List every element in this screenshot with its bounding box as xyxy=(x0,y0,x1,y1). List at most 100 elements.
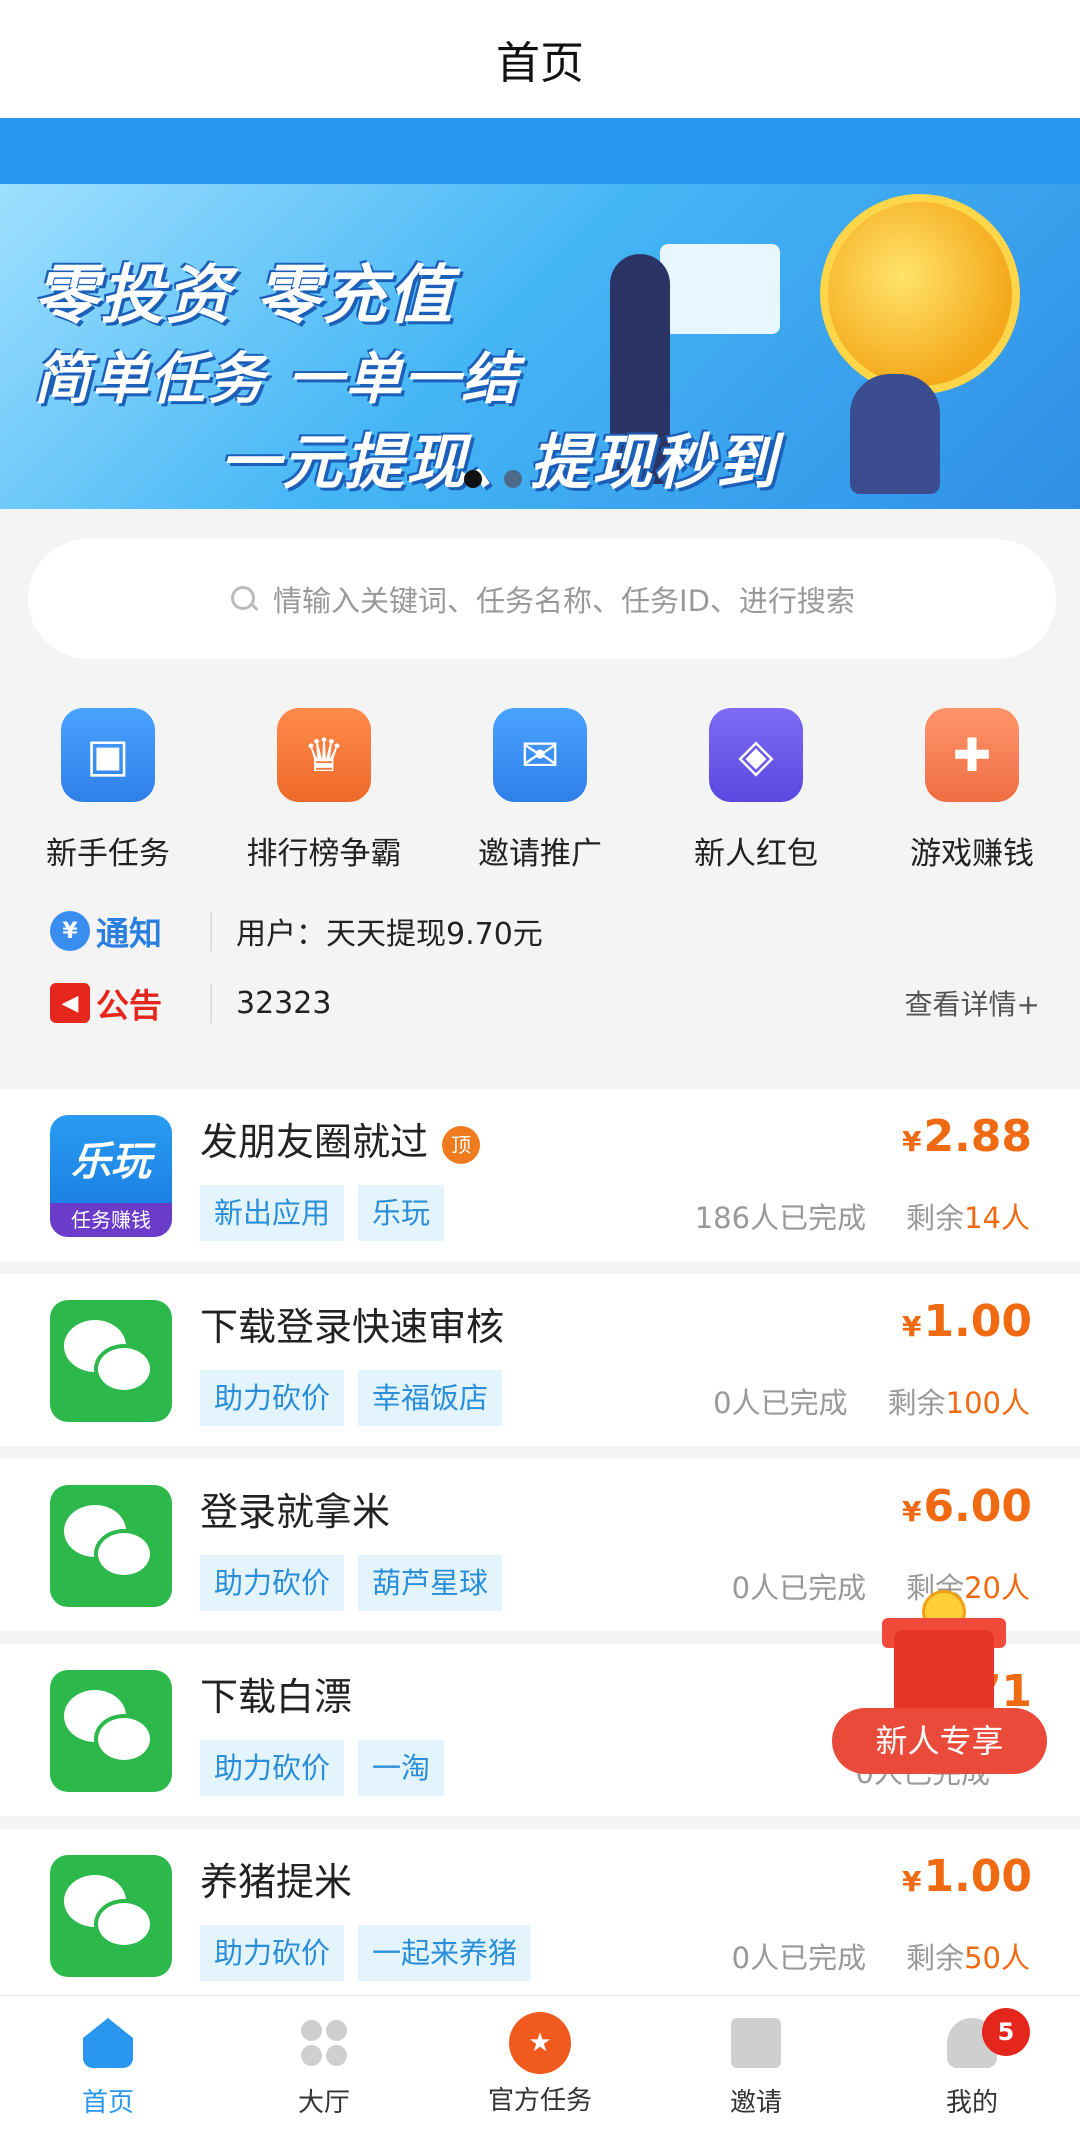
page-title: 首页 xyxy=(496,38,584,89)
remaining-count: 50人 xyxy=(964,1941,1030,1975)
quick-action-game[interactable]: ✚ 游戏赚钱 xyxy=(872,708,1072,873)
promo-banner[interactable]: 零投资 零充值 简单任务 一单一结 一元提现、提现秒到 xyxy=(0,184,1080,509)
task-tag: 一起来养猪 xyxy=(358,1925,532,1981)
search-input[interactable]: 情输入关键词、任务名称、任务ID、进行搜索 xyxy=(28,539,1056,659)
quick-action-label: 游戏赚钱 xyxy=(910,836,1034,872)
search-icon xyxy=(229,584,259,614)
notify-text: 用户：天天提现9.70元 xyxy=(236,917,543,952)
quick-action-label: 邀请推广 xyxy=(478,836,602,872)
wechat-logo xyxy=(50,1855,172,1977)
divider xyxy=(210,983,212,1023)
task-title: 养猪提米 xyxy=(200,1860,353,1904)
remaining: 剩余14人 xyxy=(906,1195,1030,1237)
person-illustration xyxy=(850,374,940,494)
trophy-icon: ♛ xyxy=(277,708,371,802)
currency-symbol: ¥ xyxy=(901,1865,922,1898)
megaphone-icon: ◀ xyxy=(50,983,90,1023)
remaining-prefix: 剩余 xyxy=(887,1386,946,1420)
home-icon xyxy=(83,2018,133,2068)
task-tag: 一淘 xyxy=(358,1740,445,1796)
quick-action-label: 新人红包 xyxy=(694,836,818,872)
tab-home[interactable]: 首页 xyxy=(0,1996,216,2135)
remaining-prefix: 剩余 xyxy=(906,1201,965,1235)
official-task-icon: ★ xyxy=(509,2012,571,2074)
remaining-prefix: 剩余 xyxy=(906,1941,965,1975)
remaining: 剩余50人 xyxy=(906,1935,1030,1977)
banner-line-3: 一元提现、提现秒到 xyxy=(220,428,778,498)
task-reward: ¥6.00 xyxy=(902,1481,1032,1532)
task-stats: 0人已完成 剩余100人 xyxy=(713,1380,1030,1422)
search-area: 情输入关键词、任务名称、任务ID、进行搜索 xyxy=(0,509,1080,674)
envelope-icon xyxy=(731,2018,781,2068)
quick-action-red-packet[interactable]: ◈ 新人红包 xyxy=(656,708,856,873)
carousel-dot-active[interactable] xyxy=(464,470,482,488)
task-title: 登录就拿米 xyxy=(200,1490,391,1534)
task-reward: ¥1.00 xyxy=(902,1851,1032,1902)
task-tags: 助力砍价 一起来养猪 xyxy=(200,1925,532,1981)
task-list: 乐玩 任务赚钱 发朋友圈就过顶 新出应用 乐玩 ¥2.88 186人已完成 剩余… xyxy=(0,1089,1080,2014)
reward-amount: 6.00 xyxy=(923,1481,1032,1532)
tab-mine[interactable]: 我的 xyxy=(864,1996,1080,2135)
notify-icon: ¥ xyxy=(50,911,90,951)
task-tag: 助力砍价 xyxy=(200,1925,345,1981)
notify-tag: 通知 xyxy=(96,914,162,953)
task-tag: 新出应用 xyxy=(200,1185,345,1241)
task-title: 发朋友圈就过 xyxy=(200,1120,429,1164)
task-tag: 助力砍价 xyxy=(200,1370,345,1426)
tab-invite[interactable]: 邀请 xyxy=(648,1996,864,2135)
quick-action-leaderboard[interactable]: ♛ 排行榜争霸 xyxy=(224,708,424,873)
announce-tag: 公告 xyxy=(96,986,162,1025)
task-title: 下载白漂 xyxy=(200,1675,353,1719)
tab-official-tasks[interactable]: ★ 官方任务 xyxy=(432,1996,648,2135)
pinned-badge: 顶 xyxy=(442,1125,481,1164)
chart-board-illustration xyxy=(660,244,780,334)
remaining-count: 14人 xyxy=(964,1201,1030,1235)
red-packet-icon: ◈ xyxy=(709,708,803,802)
task-tags: 助力砍价 葫芦星球 xyxy=(200,1555,503,1611)
tab-hall[interactable]: 大厅 xyxy=(216,1996,432,2135)
quick-action-label: 新手任务 xyxy=(46,836,170,872)
remaining: 剩余100人 xyxy=(888,1380,1030,1422)
notification-badge: 5 xyxy=(982,2008,1030,2056)
completed-count: 186人已完成 xyxy=(694,1201,867,1235)
task-tag: 助力砍价 xyxy=(200,1555,345,1611)
envelope-icon: ✉ xyxy=(493,708,587,802)
task-item[interactable]: 养猪提米 助力砍价 一起来养猪 ¥1.00 0人已完成 剩余50人 xyxy=(0,1829,1080,2001)
reward-amount: 2.88 xyxy=(923,1111,1032,1162)
tab-label: 邀请 xyxy=(729,2088,782,2118)
banner-line-1: 零投资 零充值 xyxy=(34,259,455,333)
announce-row[interactable]: ◀ 公告 32323 查看详情+ xyxy=(50,973,1040,1033)
task-item[interactable]: 下载登录快速审核 助力砍价 幸福饭店 ¥1.00 0人已完成 剩余100人 xyxy=(0,1274,1080,1446)
announce-text: 32323 xyxy=(236,985,332,1021)
task-title-row: 发朋友圈就过顶 xyxy=(200,1111,481,1166)
quick-action-newbie-task[interactable]: ▣ 新手任务 xyxy=(8,708,208,873)
tab-label: 官方任务 xyxy=(487,2086,592,2116)
currency-symbol: ¥ xyxy=(901,1125,922,1158)
wechat-logo xyxy=(50,1485,172,1607)
tab-label: 我的 xyxy=(945,2088,998,2118)
notice-panel: ¥ 通知 用户：天天提现9.70元 ◀ 公告 32323 查看详情+ xyxy=(0,889,1080,1089)
wechat-logo xyxy=(50,1300,172,1422)
banner-line-2: 简单任务 一单一结 xyxy=(34,347,520,412)
reward-amount: 1.00 xyxy=(923,1851,1032,1902)
grid-icon xyxy=(299,2018,349,2068)
completed-count: 0人已完成 xyxy=(713,1386,848,1420)
task-reward: ¥2.88 xyxy=(902,1111,1032,1162)
task-tag: 幸福饭店 xyxy=(358,1370,503,1426)
task-reward: ¥1.00 xyxy=(902,1296,1032,1347)
quick-action-invite[interactable]: ✉ 邀请推广 xyxy=(440,708,640,873)
top-header: 首页 xyxy=(0,0,1080,118)
gamepad-icon: ✚ xyxy=(925,708,1019,802)
carousel-dot[interactable] xyxy=(504,470,522,488)
gold-coin-illustration xyxy=(820,194,1020,394)
newcomer-promo-button[interactable]: 新人专享 xyxy=(832,1590,1047,1780)
task-stats: 0人已完成 剩余50人 xyxy=(732,1935,1030,1977)
quick-action-label: 排行榜争霸 xyxy=(246,836,402,872)
notify-row[interactable]: ¥ 通知 用户：天天提现9.70元 xyxy=(50,901,1040,961)
task-stats: 186人已完成 剩余14人 xyxy=(695,1195,1030,1237)
view-details-link[interactable]: 查看详情+ xyxy=(905,983,1040,1023)
task-tag: 乐玩 xyxy=(358,1185,445,1241)
bottom-tab-bar: 首页 大厅 ★ 官方任务 邀请 我的 xyxy=(0,1995,1080,2135)
task-item[interactable]: 乐玩 任务赚钱 发朋友圈就过顶 新出应用 乐玩 ¥2.88 186人已完成 剩余… xyxy=(0,1089,1080,1261)
divider xyxy=(210,911,212,951)
